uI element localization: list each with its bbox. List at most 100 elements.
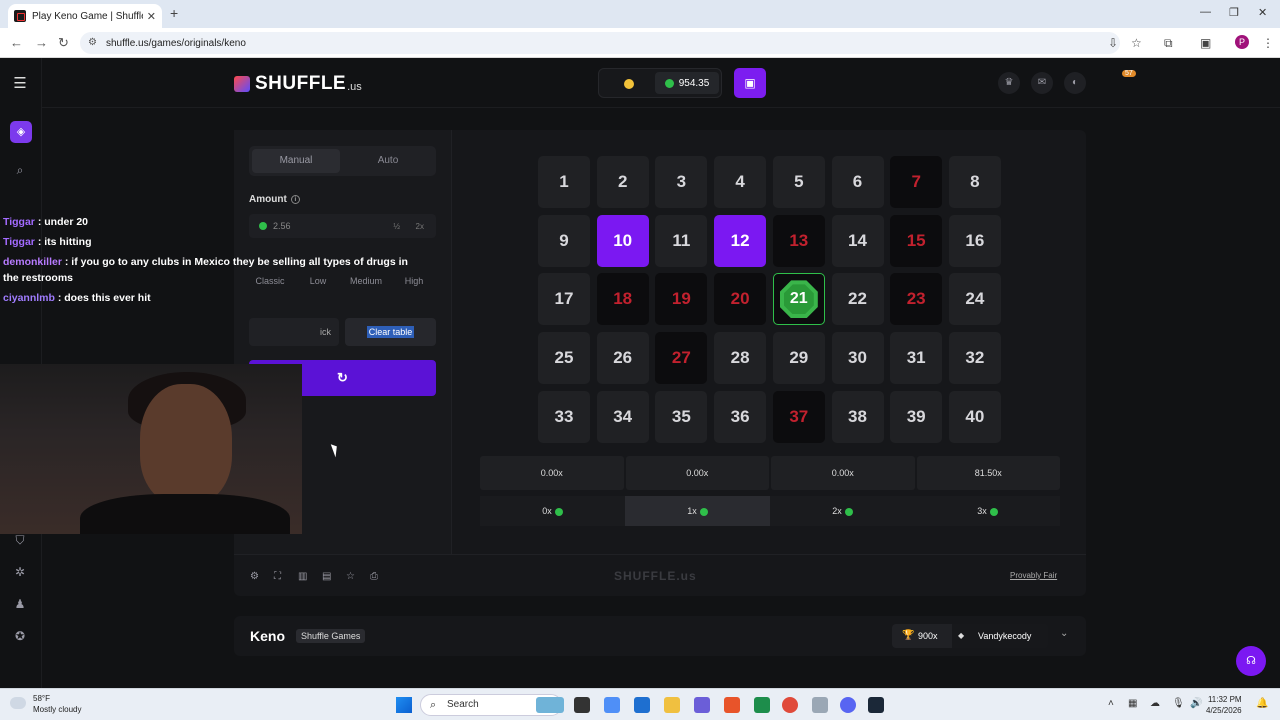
sidebar-icon-5[interactable]: ♟ (12, 596, 28, 612)
new-tab-button[interactable]: + (170, 5, 178, 21)
keno-tile[interactable]: 27 (655, 332, 708, 385)
reload-icon[interactable]: ↻ (58, 35, 69, 51)
copilot-icon[interactable] (604, 697, 620, 713)
settings-icon[interactable]: ⚙ (250, 571, 259, 582)
system-clock[interactable]: 11:32 PM 4/25/2026 (1206, 694, 1242, 716)
provably-fair-link[interactable]: Provably Fair (1010, 571, 1057, 580)
info-icon[interactable]: i (290, 194, 300, 204)
chrome-icon[interactable] (782, 697, 798, 713)
maximize-icon[interactable]: ❐ (1229, 6, 1239, 19)
keno-tile[interactable]: 16 (948, 214, 1001, 267)
close-window-icon[interactable]: ✕ (1258, 6, 1267, 19)
chevron-down-icon[interactable]: ⌄ (1060, 628, 1068, 639)
keno-tile[interactable]: 33 (538, 390, 590, 443)
keno-tile[interactable]: 3 (655, 156, 708, 208)
keno-tile[interactable]: 2 (596, 156, 649, 208)
brave-icon[interactable] (724, 697, 740, 713)
keno-tile[interactable]: 4 (714, 156, 767, 208)
crown-icon[interactable]: ♛ (998, 72, 1020, 94)
keno-tile[interactable]: 24 (948, 273, 1001, 326)
share-icon[interactable]: ⎙ (370, 571, 378, 582)
keno-tile[interactable]: 13 (772, 214, 825, 267)
keno-tile[interactable]: 34 (596, 390, 649, 443)
keno-tile[interactable]: 40 (948, 390, 1001, 443)
favorite-star-icon[interactable]: ☆ (346, 571, 355, 582)
theatre-mode-icon[interactable]: ⛶ (274, 571, 281, 582)
keno-tile[interactable]: 32 (948, 332, 1001, 385)
browser-tab[interactable]: Play Keno Game | Shuffle.us ✕ (8, 4, 162, 28)
chat-icon[interactable]: ✉ (1031, 72, 1053, 94)
keno-tile[interactable]: 22 (831, 273, 884, 326)
taskview-icon[interactable] (574, 697, 590, 713)
hamburger-menu-icon[interactable]: ☰ (12, 76, 28, 92)
file-explorer-icon[interactable] (664, 697, 680, 713)
double-button[interactable]: 2x (416, 222, 424, 231)
discord-icon[interactable] (840, 697, 856, 713)
windows-start-icon[interactable] (396, 697, 412, 713)
keno-tile[interactable]: 19 (655, 273, 708, 326)
back-icon[interactable]: ← (10, 35, 23, 50)
keno-tile[interactable]: 20 (714, 273, 767, 326)
keno-tile[interactable]: 10 (596, 214, 649, 267)
balance-pill[interactable]: 954.35 (655, 72, 719, 94)
keno-tile[interactable]: 26 (596, 332, 649, 385)
tab-manual[interactable]: Manual (252, 149, 340, 173)
tab-auto[interactable]: Auto (344, 149, 432, 173)
keno-tile[interactable]: 5 (772, 156, 825, 208)
menu-dots-icon[interactable]: ⋮ (1262, 36, 1274, 50)
keno-tile[interactable]: 6 (831, 156, 884, 208)
keno-tile[interactable]: 9 (538, 214, 590, 267)
sidebar-icon-3[interactable]: ⛉ (12, 532, 28, 548)
bookmark-star-icon[interactable]: ☆ (1131, 36, 1142, 50)
clear-table-button[interactable]: Clear table (345, 318, 436, 346)
steam-icon[interactable] (868, 697, 884, 713)
stats-icon[interactable]: ▥ (298, 571, 307, 582)
support-headset-button[interactable]: ☊ (1236, 646, 1266, 676)
keno-tile[interactable]: 30 (831, 332, 884, 385)
minimize-icon[interactable]: — (1200, 6, 1211, 18)
app-icon-green[interactable] (754, 697, 770, 713)
site-info-icon[interactable]: ⚙ (88, 37, 97, 48)
keno-tile[interactable]: 37 (772, 390, 825, 443)
app-icon-grey[interactable] (812, 697, 828, 713)
keno-tile[interactable]: 36 (714, 390, 767, 443)
keno-tile[interactable]: 35 (655, 390, 708, 443)
teams-icon[interactable] (694, 697, 710, 713)
keno-tile[interactable]: 17 (538, 273, 590, 326)
tray-cloud-icon[interactable]: ☁ (1150, 698, 1160, 709)
user-icon[interactable]: ◐ (1064, 72, 1086, 94)
keno-tile[interactable]: 21 (772, 273, 825, 326)
keno-tile[interactable]: 7 (890, 156, 943, 208)
keno-tile[interactable]: 14 (831, 214, 884, 267)
keno-tile[interactable]: 15 (890, 214, 943, 267)
search-icon[interactable]: ⌕ (12, 162, 28, 178)
casino-icon[interactable]: ◈ (10, 121, 32, 143)
balance-selector[interactable]: 954.35 (598, 68, 722, 98)
profile-avatar[interactable]: P (1235, 35, 1249, 49)
keno-tile[interactable]: 23 (890, 273, 943, 326)
close-tab-icon[interactable]: ✕ (147, 10, 156, 23)
top-user[interactable]: Vandykecody (978, 631, 1031, 641)
keno-tile[interactable]: 38 (831, 390, 884, 443)
tray-chevron-icon[interactable]: ˄ (1108, 698, 1114, 709)
wallet-button[interactable]: ▣ (734, 68, 766, 98)
keno-tile[interactable]: 39 (890, 390, 943, 443)
sidebar-icon-4[interactable]: ✲ (12, 564, 28, 580)
url-field[interactable]: ⚙ shuffle.us/games/originals/keno (80, 32, 1120, 54)
extensions-icon[interactable]: ⧉ (1164, 36, 1173, 51)
sidebar-icon-6[interactable]: ✪ (12, 628, 28, 644)
keno-tile[interactable]: 25 (538, 332, 590, 385)
install-app-icon[interactable]: ⇩ (1108, 36, 1118, 50)
widgets-icon[interactable] (536, 697, 564, 713)
sidepanel-icon[interactable]: ▣ (1200, 36, 1211, 50)
forward-icon[interactable]: → (35, 35, 48, 50)
tray-app-icon[interactable]: ▦ (1128, 698, 1137, 709)
keno-tile[interactable]: 1 (538, 156, 590, 208)
keno-tile[interactable]: 29 (772, 332, 825, 385)
keno-tile[interactable]: 31 (890, 332, 943, 385)
keno-tile[interactable]: 12 (714, 214, 767, 267)
shuffle-logo[interactable]: SHUFFLE .us (234, 73, 362, 95)
weather-widget[interactable]: 58°F Mostly cloudy (33, 693, 81, 715)
keno-tile[interactable]: 28 (714, 332, 767, 385)
keno-tile[interactable]: 18 (596, 273, 649, 326)
